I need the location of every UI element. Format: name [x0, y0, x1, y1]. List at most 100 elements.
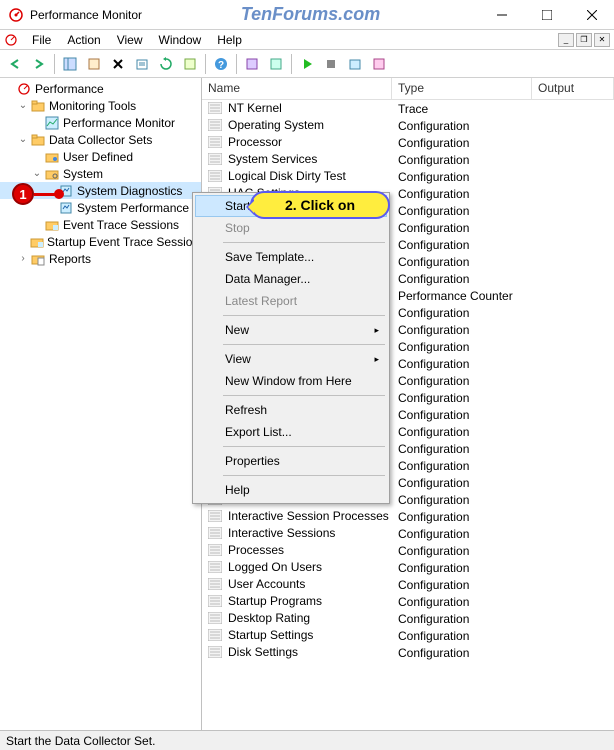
list-type: Configuration: [392, 306, 532, 320]
list-type: Configuration: [392, 136, 532, 150]
menu-view[interactable]: View: [109, 31, 151, 49]
list-row[interactable]: Logical Disk Dirty TestConfiguration: [202, 168, 614, 185]
refresh-button[interactable]: [155, 53, 177, 75]
list-type: Configuration: [392, 493, 532, 507]
tree-item[interactable]: ⌄ Monitoring Tools: [0, 97, 201, 114]
tree-item[interactable]: Startup Event Trace Sessions: [0, 233, 201, 250]
list-item-icon: [208, 119, 224, 133]
context-item-export-list-[interactable]: Export List...: [195, 421, 387, 443]
menu-file[interactable]: File: [24, 31, 59, 49]
tree-panel[interactable]: Performance ⌄ Monitoring Tools Performance…: [0, 78, 202, 730]
context-item-new-window-from-here[interactable]: New Window from Here: [195, 370, 387, 392]
menu-help[interactable]: Help: [209, 31, 250, 49]
list-item-icon: [208, 136, 224, 150]
list-type: Configuration: [392, 221, 532, 235]
tree-item[interactable]: User Defined: [0, 148, 201, 165]
mdi-minimize-button[interactable]: _: [558, 33, 574, 47]
back-button[interactable]: [4, 53, 26, 75]
context-item-new[interactable]: New▸: [195, 319, 387, 341]
folder-gear-icon: [44, 166, 60, 182]
context-item-label: View: [225, 352, 251, 366]
close-button[interactable]: [569, 0, 614, 30]
list-item-icon: [208, 544, 224, 558]
list-row[interactable]: Interactive SessionsConfiguration: [202, 525, 614, 542]
tree-label: Data Collector Sets: [49, 133, 152, 147]
folder-user-icon: [44, 149, 60, 165]
expander-icon[interactable]: ⌄: [30, 168, 44, 179]
list-type: Configuration: [392, 323, 532, 337]
tree-label: Startup Event Trace Sessions: [47, 235, 202, 249]
expander-icon[interactable]: ⌄: [16, 100, 30, 111]
tree-label: Performance Monitor: [63, 116, 175, 130]
list-type: Configuration: [392, 578, 532, 592]
mdi-restore-button[interactable]: ❐: [576, 33, 592, 47]
stop-button[interactable]: [320, 53, 342, 75]
list-row[interactable]: NT KernelTrace: [202, 100, 614, 117]
tree-label: Monitoring Tools: [49, 99, 136, 113]
tree-label: User Defined: [63, 150, 133, 164]
folder-trace-icon: [44, 217, 60, 233]
list-row[interactable]: Logged On UsersConfiguration: [202, 559, 614, 576]
forward-button[interactable]: [28, 53, 50, 75]
help-button[interactable]: ?: [210, 53, 232, 75]
tree-item[interactable]: ⌄ Data Collector Sets: [0, 131, 201, 148]
list-row[interactable]: System ServicesConfiguration: [202, 151, 614, 168]
svg-text:?: ?: [218, 60, 224, 71]
toolbar-button-14[interactable]: [368, 53, 390, 75]
toolbar-button-10[interactable]: [265, 53, 287, 75]
column-output[interactable]: Output: [532, 78, 614, 99]
list-type: Configuration: [392, 612, 532, 626]
column-type[interactable]: Type: [392, 78, 532, 99]
toolbar: ?: [0, 50, 614, 78]
list-type: Configuration: [392, 391, 532, 405]
list-type: Trace: [392, 102, 532, 116]
reports-icon: [30, 251, 46, 267]
list-row[interactable]: Processor Configuration: [202, 134, 614, 151]
list-type: Configuration: [392, 425, 532, 439]
list-item-icon: [208, 510, 224, 524]
folder-icon: [30, 132, 46, 148]
context-item-help[interactable]: Help: [195, 479, 387, 501]
list-row[interactable]: Interactive Session ProcessesConfigurati…: [202, 508, 614, 525]
list-name: Processor: [228, 135, 282, 149]
list-name: Startup Programs: [228, 594, 322, 608]
tree-item[interactable]: ›Reports: [0, 250, 201, 267]
show-tree-button[interactable]: [59, 53, 81, 75]
toolbar-button-13[interactable]: [344, 53, 366, 75]
submenu-arrow-icon: ▸: [374, 325, 379, 336]
context-item-save-template-[interactable]: Save Template...: [195, 246, 387, 268]
menu-action[interactable]: Action: [59, 31, 108, 49]
list-row[interactable]: Operating SystemConfiguration: [202, 117, 614, 134]
list-item-icon: [208, 612, 224, 626]
toolbar-button-7[interactable]: [179, 53, 201, 75]
maximize-button[interactable]: [524, 0, 569, 30]
expander-icon[interactable]: ›: [16, 253, 30, 264]
list-row[interactable]: Startup ProgramsConfiguration: [202, 593, 614, 610]
context-item-refresh[interactable]: Refresh: [195, 399, 387, 421]
expander-icon[interactable]: ⌄: [16, 134, 30, 145]
list-row[interactable]: ProcessesConfiguration: [202, 542, 614, 559]
tree-root[interactable]: Performance: [0, 80, 201, 97]
toolbar-button-9[interactable]: [241, 53, 263, 75]
menu-window[interactable]: Window: [151, 31, 210, 49]
column-name[interactable]: Name: [202, 78, 392, 99]
context-item-properties[interactable]: Properties: [195, 450, 387, 472]
delete-button[interactable]: [107, 53, 129, 75]
export-button[interactable]: [131, 53, 153, 75]
context-separator: [223, 446, 385, 447]
list-row[interactable]: Startup SettingsConfiguration: [202, 627, 614, 644]
context-item-data-manager-[interactable]: Data Manager...: [195, 268, 387, 290]
properties-button[interactable]: [83, 53, 105, 75]
start-button[interactable]: [296, 53, 318, 75]
list-name: Logical Disk Dirty Test: [228, 169, 346, 183]
list-row[interactable]: User AccountsConfiguration: [202, 576, 614, 593]
tree-item[interactable]: Event Trace Sessions: [0, 216, 201, 233]
tree-item[interactable]: ⌄System: [0, 165, 201, 182]
list-item-icon: [208, 578, 224, 592]
context-item-view[interactable]: View▸: [195, 348, 387, 370]
list-row[interactable]: Disk SettingsConfiguration: [202, 644, 614, 661]
list-row[interactable]: Desktop RatingConfiguration: [202, 610, 614, 627]
tree-item[interactable]: Performance Monitor: [0, 114, 201, 131]
minimize-button[interactable]: [479, 0, 524, 30]
mdi-close-button[interactable]: ✕: [594, 33, 610, 47]
